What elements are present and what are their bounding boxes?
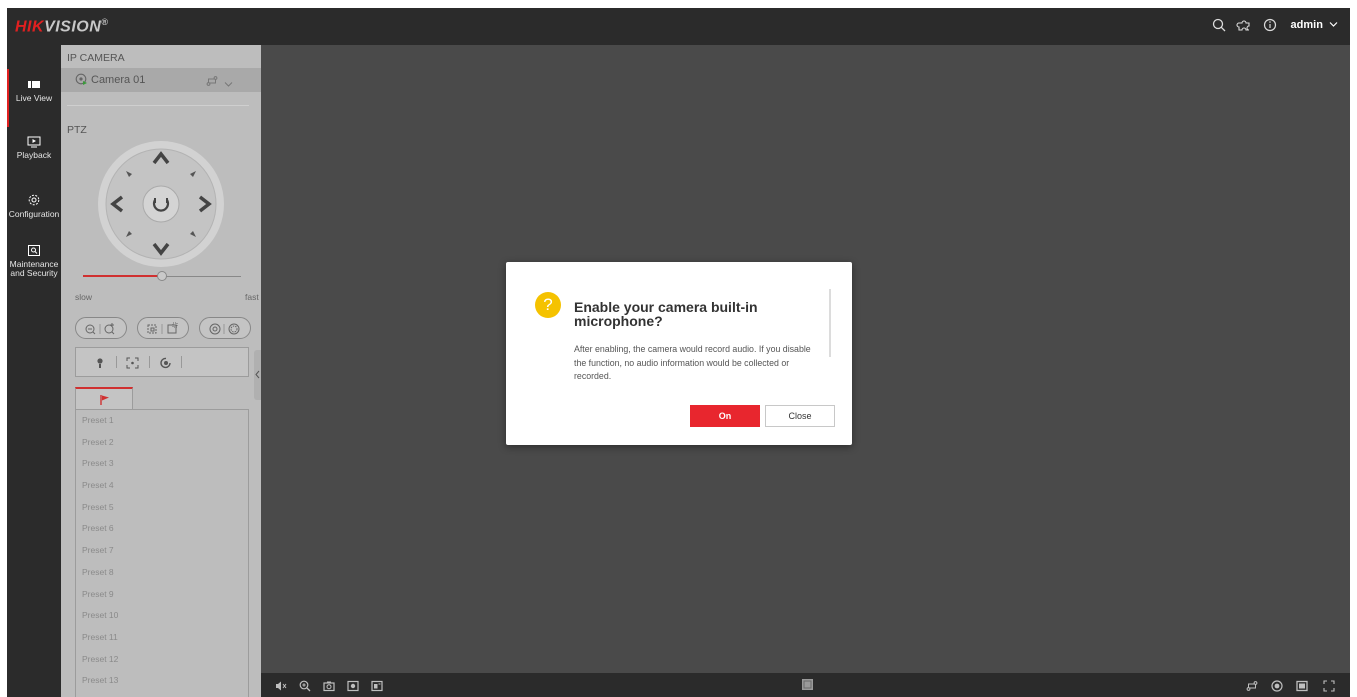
stream-type-icon[interactable]	[1246, 679, 1258, 691]
puzzle-icon[interactable]	[1236, 17, 1254, 35]
divider	[67, 105, 249, 106]
nav-live-view[interactable]: Live View	[7, 69, 61, 127]
maintenance-icon	[28, 245, 40, 256]
list-item[interactable]: Preset 8	[76, 562, 248, 584]
iris-control-group	[199, 317, 251, 339]
divider	[181, 356, 182, 368]
nav-label-live-view: Live View	[15, 93, 53, 103]
speed-slider-fill	[83, 275, 162, 277]
list-item[interactable]: Preset 7	[76, 540, 248, 562]
camera-name: Camera 01	[91, 74, 146, 86]
speed-slider-thumb[interactable]	[157, 271, 167, 281]
ptz-direction-pad	[98, 141, 224, 267]
logo-registered: ®	[101, 17, 109, 27]
wiper-icon[interactable]	[160, 356, 172, 374]
focus-assist-icon[interactable]	[126, 356, 139, 374]
digital-zoom-icon[interactable]	[299, 679, 311, 692]
live-status-icon[interactable]	[1271, 679, 1283, 692]
zoom-out-icon[interactable]	[85, 324, 96, 335]
capture-icon[interactable]	[323, 679, 335, 692]
list-item[interactable]: Preset 2	[76, 432, 248, 454]
ptz-panel: IP CAMERA Camera 01 PTZ slow fast Preset…	[61, 45, 261, 697]
focus-far-icon[interactable]	[167, 322, 178, 334]
close-button[interactable]: Close	[765, 405, 835, 427]
zoom-in-icon[interactable]	[104, 323, 115, 335]
chevron-down-icon	[1326, 19, 1338, 31]
camera-status-icon	[75, 73, 88, 91]
list-item[interactable]: Preset 13	[76, 670, 248, 692]
audio-mute-icon[interactable]	[275, 679, 287, 691]
zoom-control-group	[75, 317, 127, 339]
ptz-label: PTZ	[67, 124, 87, 136]
logo-hik: HIK	[15, 18, 45, 36]
top-bar: HIKVISION® admin	[7, 8, 1350, 45]
panel-title: IP CAMERA	[67, 52, 125, 64]
info-icon[interactable]	[1262, 17, 1280, 35]
divider	[116, 356, 117, 368]
list-item[interactable]: Preset 3	[76, 453, 248, 475]
iris-close-icon[interactable]	[228, 323, 240, 335]
tab-preset[interactable]	[75, 387, 133, 410]
nav-label-and-security: and Security	[10, 268, 58, 278]
dialog-title: Enable your camera built-in microphone?	[574, 299, 758, 329]
gear-icon	[28, 194, 40, 206]
live-view-icon	[28, 81, 40, 88]
list-item[interactable]: Preset 11	[76, 627, 248, 649]
list-item[interactable]: Preset 5	[76, 497, 248, 519]
window-mode-icon[interactable]	[801, 678, 813, 690]
app-window: HIKVISION® admin Live View Playback Conf…	[7, 8, 1350, 697]
focus-control-group	[137, 317, 189, 339]
playback-icon	[27, 136, 41, 148]
nav-configuration[interactable]: Configuration	[7, 193, 61, 219]
live-view-toolbar	[261, 673, 1350, 697]
user-menu[interactable]: admin	[1291, 19, 1338, 31]
question-icon: ?	[535, 292, 561, 318]
nav-playback[interactable]: Playback	[7, 136, 61, 160]
list-item[interactable]: Preset 4	[76, 475, 248, 497]
dialog-message: After enabling, the camera would record …	[574, 344, 811, 381]
camera-row[interactable]: Camera 01	[61, 68, 261, 92]
light-icon[interactable]	[94, 356, 106, 374]
collapse-panel-button[interactable]	[254, 350, 261, 400]
dialog-scrollbar[interactable]	[829, 289, 831, 357]
user-name: admin	[1290, 19, 1323, 31]
preset-list: Preset 1 Preset 2 Preset 3 Preset 4 Pres…	[75, 409, 249, 697]
list-item[interactable]: Preset 12	[76, 649, 248, 671]
stream-type-icon[interactable]	[206, 74, 218, 92]
main-navigation: Live View Playback Configuration Mainten…	[7, 45, 61, 697]
iris-open-icon[interactable]	[209, 323, 221, 335]
list-item[interactable]: Preset 6	[76, 518, 248, 540]
nav-label-playback: Playback	[16, 150, 52, 160]
speed-slow-label: slow	[75, 292, 93, 302]
speed-fast-label: fast	[245, 292, 259, 302]
chevron-down-icon[interactable]	[224, 75, 233, 93]
nav-maintenance-security[interactable]: Maintenance and Security	[7, 244, 61, 278]
list-item[interactable]: Preset 9	[76, 584, 248, 606]
list-item[interactable]: Preset 1	[76, 410, 248, 432]
microphone-dialog: ? Enable your camera built-in microphone…	[506, 262, 852, 445]
focus-near-icon[interactable]	[147, 324, 157, 334]
record-icon[interactable]	[347, 679, 359, 692]
logo-vision: VISION	[44, 18, 102, 36]
original-ratio-icon[interactable]	[1296, 679, 1308, 692]
search-icon[interactable]	[1211, 17, 1229, 35]
hikvision-logo: HIKVISION®	[15, 17, 108, 36]
3d-positioning-icon[interactable]	[371, 679, 383, 692]
fullscreen-icon[interactable]	[1323, 679, 1335, 692]
nav-label-configuration: Configuration	[8, 209, 60, 219]
list-item[interactable]: Preset 10	[76, 605, 248, 627]
auxiliary-functions	[75, 347, 249, 377]
divider	[149, 356, 150, 368]
on-button[interactable]: On	[690, 405, 760, 427]
